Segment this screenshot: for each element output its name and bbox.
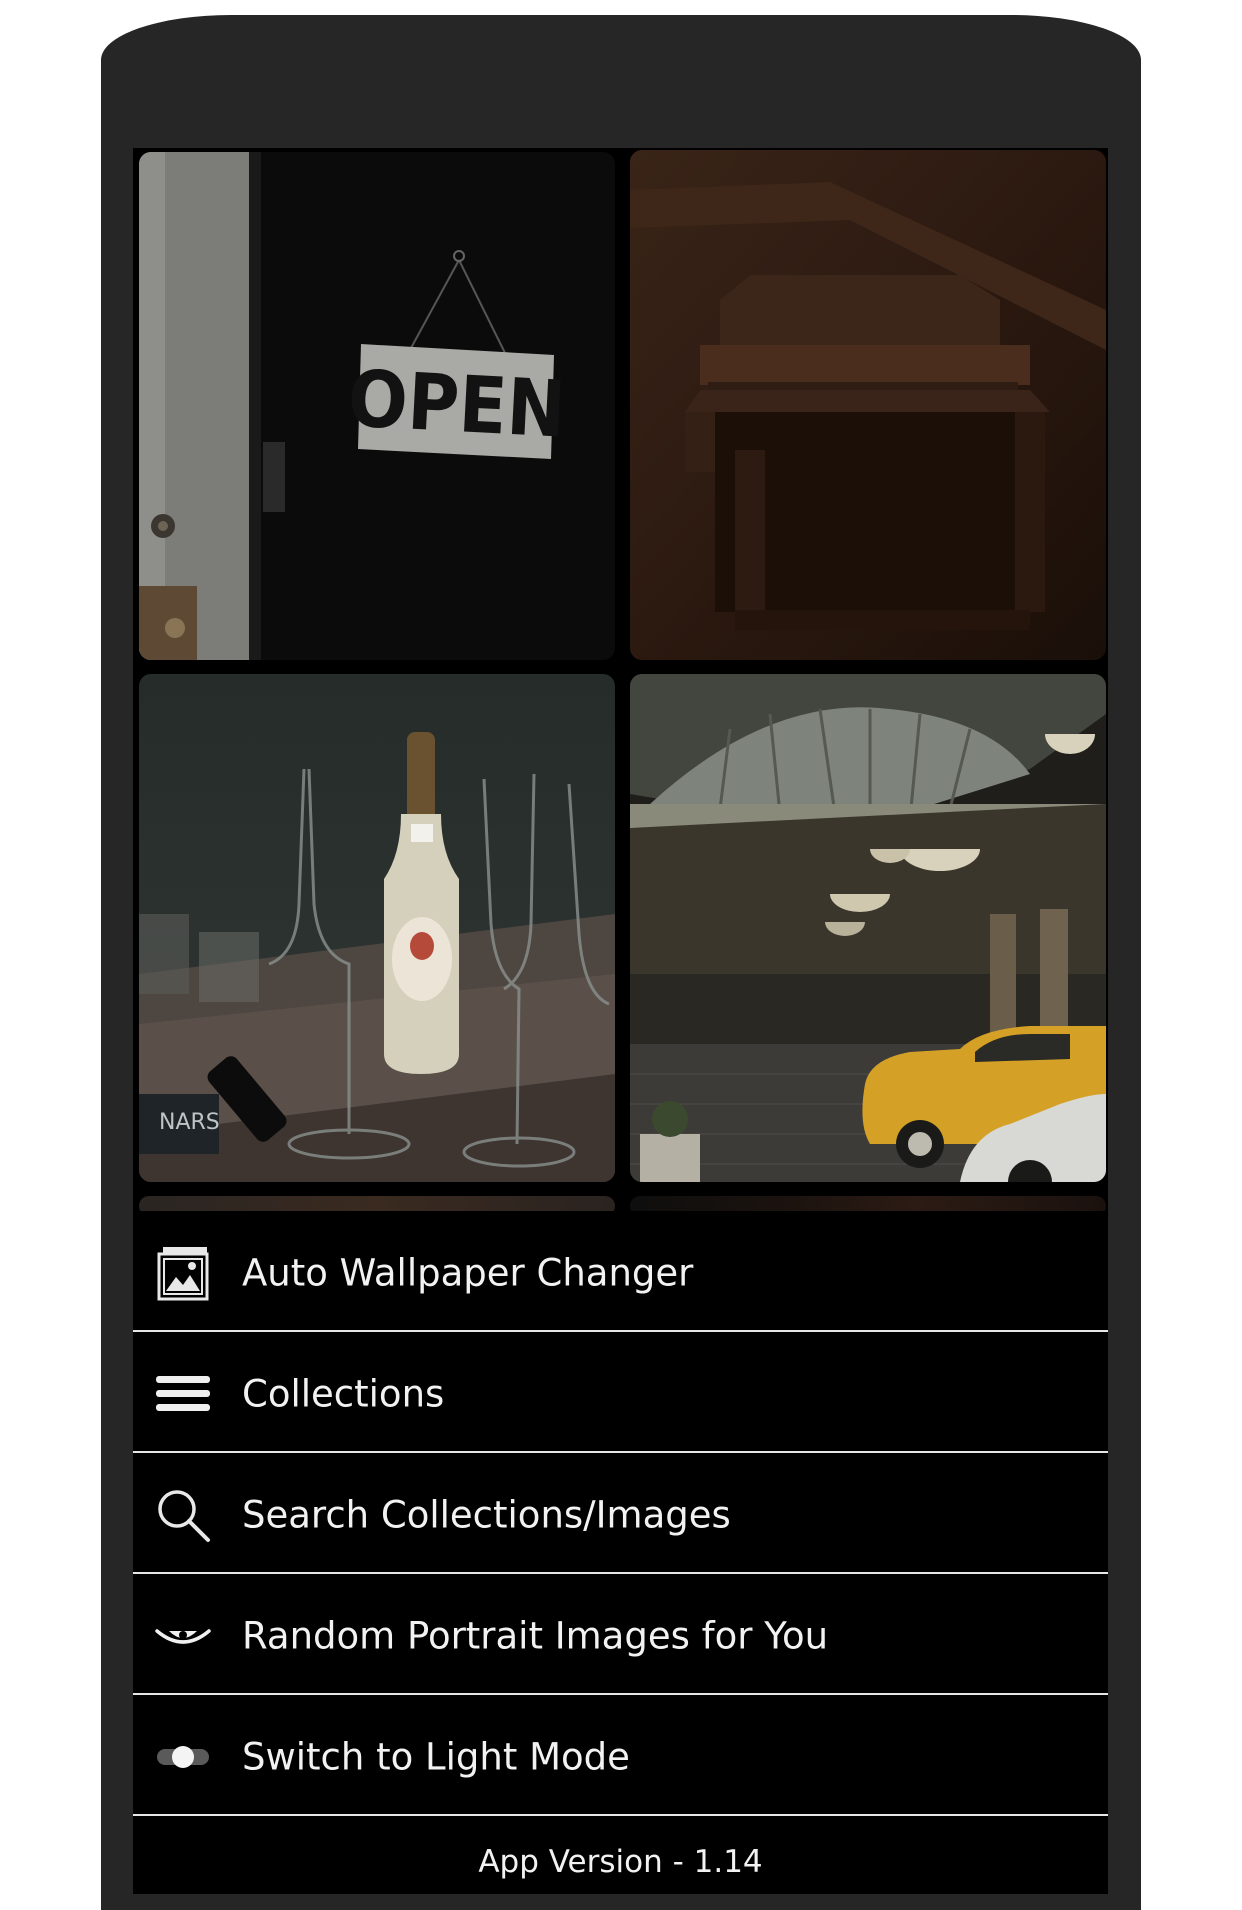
menu-item-auto-wallpaper-changer[interactable]: Auto Wallpaper Changer [133,1215,1108,1332]
menu-lines-icon [155,1366,211,1422]
champagne-image: NARS [139,674,615,1182]
navigation-menu: Auto Wallpaper Changer Collections Searc… [133,1211,1108,1894]
menu-label-collections: Collections [242,1372,445,1415]
app-screen: OPEN NARS Auto Wallpaper Changer Collect… [133,148,1108,1894]
wallpaper-tile-champagne[interactable]: NARS [139,674,615,1182]
menu-item-random-portrait[interactable]: Random Portrait Images for You [133,1578,1108,1695]
app-version-text: App Version - 1.14 [478,1844,763,1880]
lobby-image [630,674,1106,1182]
open-sign-text: OPEN [346,354,568,455]
search-icon [155,1487,211,1543]
wallpaper-icon [155,1245,211,1301]
menu-label-light-mode: Switch to Light Mode [242,1735,630,1778]
menu-item-collections[interactable]: Collections [133,1336,1108,1453]
menu-item-light-mode-toggle[interactable]: Switch to Light Mode [133,1699,1108,1816]
menu-label-random-portrait: Random Portrait Images for You [242,1614,829,1657]
wallpaper-tile-open-sign[interactable]: OPEN [139,152,615,660]
menu-label-search: Search Collections/Images [242,1493,731,1536]
open-sign-image: OPEN [139,152,615,660]
menu-item-search[interactable]: Search Collections/Images [133,1457,1108,1574]
wallpaper-tile-balcony[interactable] [630,150,1106,660]
menu-label-auto-wallpaper-changer: Auto Wallpaper Changer [242,1251,694,1294]
toggle-icon[interactable] [155,1729,211,1785]
nars-text: NARS [159,1110,220,1135]
balcony-image [630,150,1106,660]
wallpaper-tile-lobby[interactable] [630,674,1106,1182]
eye-icon [155,1608,211,1664]
